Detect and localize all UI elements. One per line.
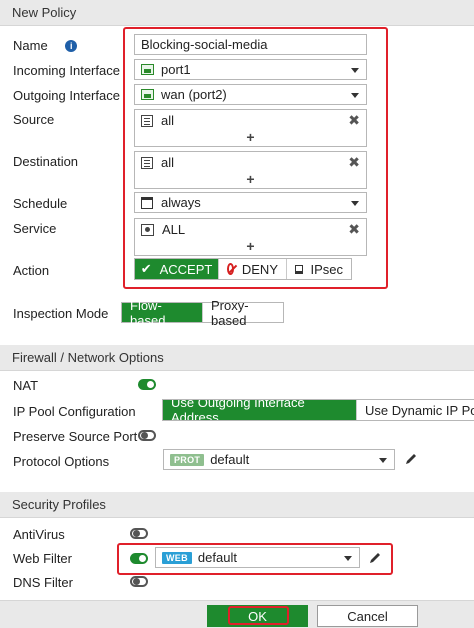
toggle-knob bbox=[141, 432, 148, 439]
toggle-knob bbox=[133, 578, 140, 585]
nat-toggle[interactable] bbox=[138, 379, 156, 390]
name-label: Name i bbox=[13, 38, 78, 53]
deny-icon bbox=[227, 263, 238, 275]
service-value: ALL bbox=[162, 222, 186, 237]
inspection-flow-button[interactable]: Flow-based bbox=[122, 298, 203, 328]
section-header-security: Security Profiles bbox=[0, 492, 474, 518]
address-icon bbox=[141, 156, 153, 169]
web-badge: WEB bbox=[162, 551, 192, 564]
section-header-firewall: Firewall / Network Options bbox=[0, 345, 474, 371]
service-icon bbox=[141, 223, 154, 236]
close-icon[interactable]: ✖ bbox=[348, 221, 360, 238]
chevron-down-icon bbox=[379, 457, 387, 463]
action-button-group: ✔ ACCEPT DENY IPsec bbox=[134, 258, 352, 280]
firewall-section-title: Firewall / Network Options bbox=[12, 350, 164, 365]
ip-pool-outgoing-button[interactable]: Use Outgoing Interface Address bbox=[163, 400, 357, 420]
source-box[interactable]: all ✖ + bbox=[134, 109, 367, 147]
name-input[interactable]: Blocking-social-media bbox=[134, 34, 367, 55]
nat-label: NAT bbox=[13, 378, 39, 393]
outgoing-interface-label: Outgoing Interface bbox=[13, 88, 120, 103]
service-box[interactable]: ALL ✖ + bbox=[134, 218, 367, 256]
ok-button[interactable]: OK bbox=[207, 605, 308, 627]
page-title: New Policy bbox=[12, 5, 77, 20]
schedule-value: always bbox=[161, 195, 201, 210]
plus-icon[interactable]: + bbox=[135, 171, 366, 187]
address-icon bbox=[141, 114, 153, 127]
incoming-interface-select[interactable]: port1 bbox=[134, 59, 367, 80]
prot-badge: PROT bbox=[170, 453, 205, 466]
interface-icon bbox=[141, 89, 154, 100]
incoming-interface-label: Incoming Interface bbox=[13, 63, 120, 78]
interface-icon bbox=[141, 64, 154, 75]
destination-value: all bbox=[161, 155, 175, 170]
service-label: Service bbox=[13, 221, 57, 236]
toggle-knob bbox=[139, 555, 146, 562]
ok-label: OK bbox=[248, 608, 267, 624]
preserve-source-port-label: Preserve Source Port bbox=[13, 429, 138, 444]
source-value: all bbox=[161, 113, 175, 128]
destination-label: Destination bbox=[13, 154, 79, 169]
preserve-source-port-toggle[interactable] bbox=[138, 430, 156, 441]
ip-pool-label: IP Pool Configuration bbox=[13, 404, 136, 419]
chevron-down-icon bbox=[351, 200, 359, 206]
chevron-down-icon bbox=[351, 67, 359, 73]
dns-filter-toggle[interactable] bbox=[130, 576, 148, 587]
outgoing-interface-select[interactable]: wan (port2) bbox=[134, 84, 367, 105]
outgoing-interface-value: wan (port2) bbox=[161, 87, 227, 102]
close-icon[interactable]: ✖ bbox=[348, 112, 360, 129]
inspection-proxy-button[interactable]: Proxy-based bbox=[203, 298, 283, 328]
incoming-interface-value: port1 bbox=[161, 62, 191, 77]
chevron-down-icon bbox=[351, 92, 359, 98]
web-filter-select[interactable]: WEB default bbox=[155, 547, 360, 568]
action-deny-button[interactable]: DENY bbox=[219, 259, 287, 279]
schedule-label: Schedule bbox=[13, 196, 68, 211]
toggle-knob bbox=[147, 381, 154, 388]
ip-pool-dynamic-button[interactable]: Use Dynamic IP Poo bbox=[357, 400, 474, 420]
chevron-down-icon bbox=[344, 555, 352, 561]
plus-icon[interactable]: + bbox=[135, 129, 366, 145]
source-label: Source bbox=[13, 112, 55, 127]
name-value: Blocking-social-media bbox=[141, 37, 268, 52]
web-filter-label: Web Filter bbox=[13, 551, 72, 566]
service-entry[interactable]: ALL bbox=[141, 222, 185, 237]
antivirus-toggle[interactable] bbox=[130, 528, 148, 539]
action-label: Action bbox=[13, 263, 50, 278]
protocol-options-label: Protocol Options bbox=[13, 454, 110, 469]
cancel-label: Cancel bbox=[347, 608, 388, 624]
destination-entry[interactable]: all bbox=[141, 155, 174, 170]
inspection-mode-label: Inspection Mode bbox=[13, 306, 109, 321]
protocol-options-value: default bbox=[210, 452, 250, 467]
plus-icon[interactable]: + bbox=[135, 238, 366, 254]
antivirus-label: AntiVirus bbox=[13, 527, 65, 542]
calendar-icon bbox=[141, 196, 153, 209]
web-filter-value: default bbox=[197, 550, 237, 565]
inspection-mode-button-group: Flow-based Proxy-based bbox=[121, 298, 284, 328]
toggle-knob bbox=[133, 530, 140, 537]
checkmark-icon: ✔ bbox=[140, 261, 152, 276]
ip-pool-button-group: Use Outgoing Interface Address Use Dynam… bbox=[162, 399, 474, 421]
source-entry[interactable]: all bbox=[141, 113, 174, 128]
web-filter-toggle[interactable] bbox=[130, 553, 148, 564]
monitor-icon bbox=[295, 264, 304, 274]
section-header-new-policy: New Policy bbox=[0, 0, 474, 26]
close-icon[interactable]: ✖ bbox=[348, 154, 360, 171]
schedule-select[interactable]: always bbox=[134, 192, 367, 213]
destination-box[interactable]: all ✖ + bbox=[134, 151, 367, 189]
pencil-icon[interactable] bbox=[368, 551, 382, 565]
dns-filter-label: DNS Filter bbox=[13, 575, 73, 590]
security-section-title: Security Profiles bbox=[12, 497, 106, 512]
action-accept-button[interactable]: ✔ ACCEPT bbox=[135, 259, 219, 279]
action-ipsec-button[interactable]: IPsec bbox=[287, 259, 351, 279]
protocol-options-select[interactable]: PROT default bbox=[163, 449, 395, 470]
info-icon[interactable]: i bbox=[65, 40, 78, 52]
cancel-button[interactable]: Cancel bbox=[317, 605, 418, 627]
pencil-icon[interactable] bbox=[404, 452, 418, 466]
